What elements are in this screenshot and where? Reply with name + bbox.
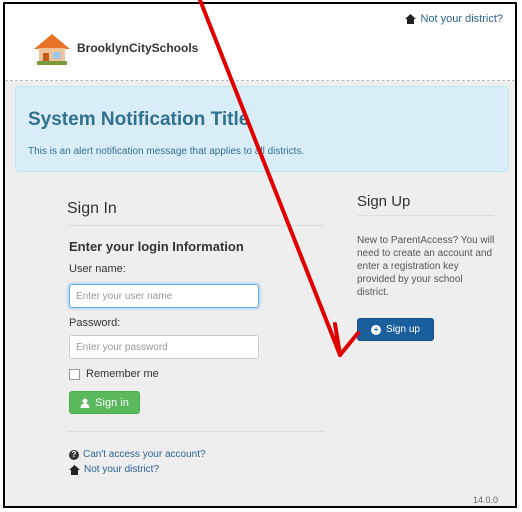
school-house-logo-icon <box>34 34 70 65</box>
signin-button-label: Sign in <box>95 396 129 409</box>
system-notification-alert: System Notification Title This is an ale… <box>15 86 509 172</box>
not-your-district-link[interactable]: Not your district? <box>69 464 159 475</box>
cant-access-link[interactable]: ? Can't access your account? <box>69 449 206 460</box>
version-label: 14.0.0 <box>473 495 499 505</box>
username-label: User name: <box>69 263 126 275</box>
header: BrooklynCitySchools Not your district? <box>5 4 515 81</box>
alert-title: System Notification Title <box>28 109 250 130</box>
signin-divider <box>67 225 324 226</box>
signup-description: New to ParentAccess? You will need to cr… <box>357 235 495 298</box>
plus-circle-icon: + <box>371 324 382 335</box>
remember-me[interactable]: Remember me <box>69 368 159 380</box>
remember-me-checkbox[interactable] <box>69 368 80 380</box>
signup-divider <box>357 215 494 216</box>
password-input[interactable] <box>69 335 259 359</box>
signup-button[interactable]: + Sign up <box>357 318 434 341</box>
signin-title: Sign In <box>67 200 117 217</box>
question-circle-icon: ? <box>69 449 79 460</box>
signup-button-label: Sign up <box>386 324 420 335</box>
user-icon <box>80 398 90 408</box>
signin-button[interactable]: Sign in <box>69 391 140 414</box>
signin-bottom-divider <box>67 431 324 432</box>
home-icon <box>405 14 417 24</box>
not-your-district-label: Not your district? <box>84 464 160 475</box>
home-icon <box>69 464 80 475</box>
login-heading: Enter your login Information <box>69 239 244 254</box>
password-label: Password: <box>69 317 121 329</box>
not-your-district-top-link[interactable]: Not your district? <box>405 13 503 25</box>
alert-message: This is an alert notification message th… <box>28 146 305 157</box>
brand-name: BrooklynCitySchools <box>77 41 199 55</box>
signup-title: Sign Up <box>357 193 411 210</box>
username-input[interactable] <box>69 284 259 308</box>
cant-access-label: Can't access your account? <box>83 449 206 460</box>
top-link-label: Not your district? <box>420 13 503 25</box>
remember-me-label: Remember me <box>86 368 159 380</box>
